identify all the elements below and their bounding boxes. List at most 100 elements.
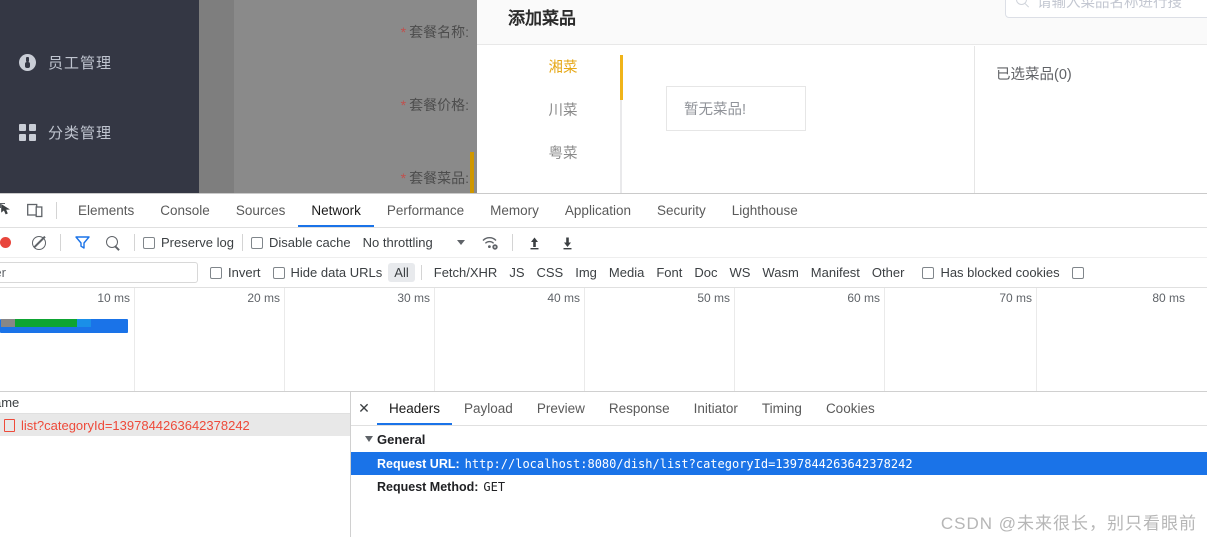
required-asterisk: * [400,97,407,113]
checkbox-box [210,266,222,279]
toolbar-divider [56,202,57,219]
record-stop-icon[interactable] [0,229,19,256]
timeline-tick: 40 ms [435,288,585,391]
tab-elements[interactable]: Elements [65,194,147,227]
toolbar-divider [241,234,243,251]
request-list: ame list?categoryId=1397844263642378242 [0,392,351,537]
close-icon[interactable]: ✕ [351,396,377,422]
tab-console[interactable]: Console [147,194,223,227]
search-icon[interactable] [99,229,126,256]
tab-memory[interactable]: Memory [477,194,552,227]
sidebar-item-employee[interactable]: 员工管理 [0,42,199,82]
detail-key: Request Method: [377,479,479,494]
timeline-tick: 30 ms [285,288,435,391]
invert-label: Invert [228,265,261,280]
request-row[interactable]: list?categoryId=1397844263642378242 [0,414,350,436]
detail-tab-headers[interactable]: Headers [377,392,452,425]
preserve-log-checkbox[interactable]: Preserve log [143,235,234,250]
type-filter-other[interactable]: Other [866,263,911,282]
form-field-accent-bar [470,152,474,193]
has-blocked-cookies-label: Has blocked cookies [940,265,1060,280]
form-label-setmeal-name: * 套餐名称: [400,24,469,40]
type-filter-css[interactable]: CSS [531,263,570,282]
detail-tab-initiator[interactable]: Initiator [682,392,750,425]
search-icon [1016,0,1030,8]
import-har-upload-icon[interactable] [521,229,548,256]
form-label-setmeal-price: * 套餐价格: [400,97,469,113]
detail-row-request-url[interactable]: Request URL: http://localhost:8080/dish/… [351,452,1207,475]
type-filter-media[interactable]: Media [603,263,650,282]
blocked-requests-checkbox[interactable] [1071,266,1084,279]
network-conditions-wifi-icon[interactable] [477,229,504,256]
export-har-download-icon[interactable] [554,229,581,256]
request-waterfall-bar [0,319,128,333]
dish-category-item-yue[interactable]: 粤菜 [508,131,618,174]
filter-funnel-icon[interactable] [69,229,96,256]
type-filter-img[interactable]: Img [569,263,603,282]
dish-search-input[interactable]: 请输入菜品名称进行搜 [1005,0,1207,18]
device-toolbar-icon[interactable] [21,197,48,224]
type-filter-manifest[interactable]: Manifest [805,263,866,282]
request-list-header[interactable]: ame [0,392,350,414]
detail-row-request-method[interactable]: Request Method: GET [351,475,1207,498]
invert-checkbox[interactable]: Invert [210,265,261,280]
detail-tab-preview[interactable]: Preview [525,392,597,425]
network-overview-timeline[interactable]: 10 ms 20 ms 30 ms 40 ms 50 ms 60 ms 70 m… [0,288,1207,392]
type-filter-js[interactable]: JS [503,263,530,282]
tab-application[interactable]: Application [552,194,644,227]
tab-security[interactable]: Security [644,194,719,227]
waterfall-segment-stalled [0,319,16,327]
timeline-tick: 80 ms [1152,291,1185,305]
type-filter-all[interactable]: All [388,263,415,282]
detail-tab-response[interactable]: Response [597,392,682,425]
tab-network[interactable]: Network [298,194,374,227]
has-blocked-cookies-checkbox[interactable]: Has blocked cookies [922,265,1060,280]
timeline-tick: 20 ms [135,288,285,391]
type-filter-doc[interactable]: Doc [688,263,723,282]
employee-badge-icon [18,53,36,71]
required-asterisk: * [400,24,407,40]
type-filter-fetch-xhr[interactable]: Fetch/XHR [428,263,504,282]
tab-sources[interactable]: Sources [223,194,299,227]
devtools-panel: Elements Console Sources Network Perform… [0,193,1207,537]
dish-category-item-xiang[interactable]: 湘菜 [508,45,618,88]
grid-category-icon [18,123,36,141]
type-filter-wasm[interactable]: Wasm [756,263,804,282]
hide-data-urls-label: Hide data URLs [290,265,383,280]
type-filter-font[interactable]: Font [650,263,688,282]
filter-input[interactable] [0,262,198,283]
sidebar-item-category[interactable]: 分类管理 [0,112,199,152]
chevron-down-icon[interactable] [456,240,465,245]
waterfall-segment-download [76,319,91,327]
detail-tab-cookies[interactable]: Cookies [814,392,887,425]
throttling-select[interactable]: No throttling [363,235,433,250]
timeline-tick: 10 ms [0,288,135,391]
timeline-tick: 60 ms [735,288,885,391]
toolbar-divider [134,234,135,251]
hide-data-urls-checkbox[interactable]: Hide data URLs [272,265,383,280]
checkbox-box [143,236,155,249]
toolbar-divider [60,234,61,251]
column-header-name: ame [0,395,20,410]
tab-lighthouse[interactable]: Lighthouse [719,194,811,227]
dish-category-item-chuan[interactable]: 川菜 [508,88,618,131]
web-app-region: 员工管理 分类管理 * 套餐名称: * 套餐价格: * 套餐菜品: 添加菜品 请… [0,0,1207,193]
selected-dishes-label: 已选菜品(0) [996,67,1072,83]
timeline-tick: 50 ms [585,288,735,391]
disable-cache-checkbox[interactable]: Disable cache [250,235,351,250]
dish-empty-state: 暂无菜品! [666,86,806,131]
category-active-indicator [620,55,623,100]
detail-tab-timing[interactable]: Timing [750,392,814,425]
general-section-header[interactable]: General [351,426,1207,452]
detail-tabbar: ✕ Headers Payload Preview Response Initi… [351,392,1207,426]
tab-performance[interactable]: Performance [374,194,477,227]
document-file-icon [4,418,15,432]
inspect-element-icon[interactable] [0,197,21,224]
detail-tab-payload[interactable]: Payload [452,392,525,425]
selected-panel-divider [974,46,975,193]
add-dish-dialog: 添加菜品 请输入菜品名称进行搜 湘菜 川菜 粤菜 暂无菜品! 已选菜品(0) [477,0,1207,193]
clear-network-log-icon[interactable] [25,229,52,256]
checkbox-box [922,266,935,279]
type-filter-ws[interactable]: WS [723,263,756,282]
devtools-tabbar: Elements Console Sources Network Perform… [0,194,1207,228]
